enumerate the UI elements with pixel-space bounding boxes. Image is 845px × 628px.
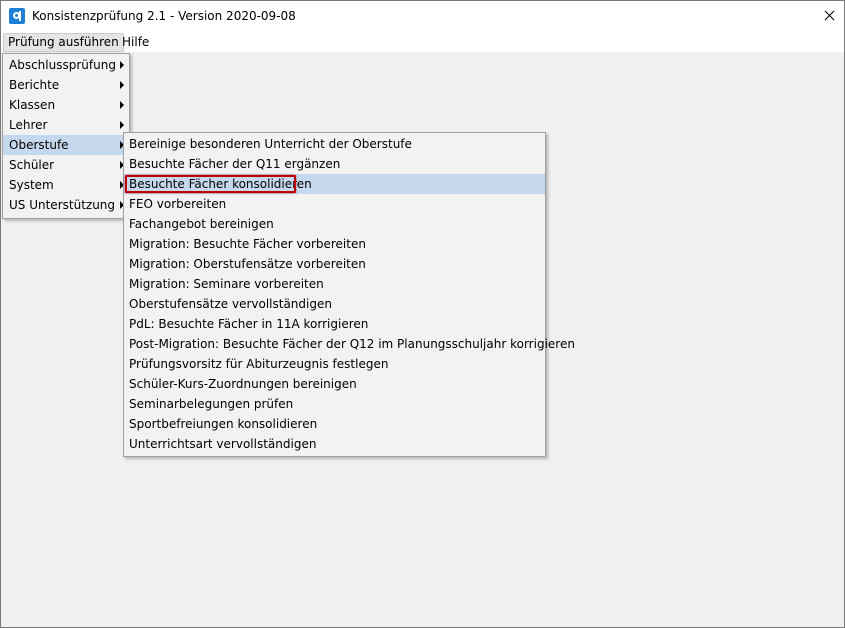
submenu-arrow-icon xyxy=(120,61,124,69)
menu-item-label: US Unterstützung xyxy=(9,198,116,212)
annotation-highlight-box xyxy=(125,175,296,193)
submenu-item-pruefungsvorsitz[interactable]: Prüfungsvorsitz für Abiturzeugnis festle… xyxy=(124,354,545,374)
submenu-item-feo-vorbereiten[interactable]: FEO vorbereiten xyxy=(124,194,545,214)
menu-item-us-unterstuetzung[interactable]: US Unterstützung xyxy=(3,195,129,215)
submenu-item-pdl-besuchte-faecher[interactable]: PdL: Besuchte Fächer in 11A korrigieren xyxy=(124,314,545,334)
menu-hilfe[interactable]: Hilfe xyxy=(118,33,153,52)
submenu-item-seminarbelegungen-pruefen[interactable]: Seminarbelegungen prüfen xyxy=(124,394,545,414)
window-title: Konsistenzprüfung 2.1 - Version 2020-09-… xyxy=(32,9,296,23)
submenu-item-schueler-kurs-zuordnungen[interactable]: Schüler-Kurs-Zuordnungen bereinigen xyxy=(124,374,545,394)
close-icon[interactable] xyxy=(814,1,844,31)
menu-item-label: Schüler xyxy=(9,158,55,172)
submenu-item-besuchte-faecher-q11-ergaenzen[interactable]: Besuchte Fächer der Q11 ergänzen xyxy=(124,154,545,174)
submenu-item-unterrichtsart-vervollstaendigen[interactable]: Unterrichtsart vervollständigen xyxy=(124,434,545,454)
menu-item-label: Berichte xyxy=(9,78,60,92)
main-dropdown-menu: Abschlussprüfung Berichte Klassen Lehrer… xyxy=(2,53,130,219)
submenu-arrow-icon xyxy=(120,81,124,89)
menu-item-label: Lehrer xyxy=(9,118,48,132)
menu-item-label: Klassen xyxy=(9,98,56,112)
submenu-item-migration-seminare[interactable]: Migration: Seminare vorbereiten xyxy=(124,274,545,294)
submenu-item-besuchte-faecher-konsolidieren[interactable]: Besuchte Fächer konsolidieren xyxy=(124,174,545,194)
menu-pruefung-ausfuehren[interactable]: Prüfung ausführen xyxy=(3,33,124,52)
submenu-item-sportbefreiungen-konsolidieren[interactable]: Sportbefreiungen konsolidieren xyxy=(124,414,545,434)
submenu-item-migration-oberstufensaetze[interactable]: Migration: Oberstufensätze vorbereiten xyxy=(124,254,545,274)
menu-item-label: Oberstufe xyxy=(9,138,69,152)
submenu-item-migration-besuchte-faecher[interactable]: Migration: Besuchte Fächer vorbereiten xyxy=(124,234,545,254)
submenu-arrow-icon xyxy=(120,121,124,129)
menu-item-label: Abschlussprüfung xyxy=(9,58,116,72)
menu-item-abschlusspruefung[interactable]: Abschlussprüfung xyxy=(3,55,129,75)
submenu-item-fachangebot-bereinigen[interactable]: Fachangebot bereinigen xyxy=(124,214,545,234)
menu-item-berichte[interactable]: Berichte xyxy=(3,75,129,95)
title-bar: Konsistenzprüfung 2.1 - Version 2020-09-… xyxy=(1,1,844,31)
menu-item-lehrer[interactable]: Lehrer xyxy=(3,115,129,135)
menu-item-klassen[interactable]: Klassen xyxy=(3,95,129,115)
menu-item-oberstufe[interactable]: Oberstufe xyxy=(3,135,129,155)
oberstufe-submenu: Bereinige besonderen Unterricht der Ober… xyxy=(123,132,575,457)
menu-bar: Prüfung ausführen Hilfe xyxy=(1,32,844,52)
submenu-item-oberstufensaetze-vervollstaendigen[interactable]: Oberstufensätze vervollständigen xyxy=(124,294,545,314)
submenu-item-bereinige-besonderen-unterricht[interactable]: Bereinige besonderen Unterricht der Ober… xyxy=(124,134,545,154)
submenu-item-post-migration-q12[interactable]: Post-Migration: Besuchte Fächer der Q12 … xyxy=(124,334,575,354)
menu-item-system[interactable]: System xyxy=(3,175,129,195)
app-logo-icon xyxy=(9,8,25,24)
submenu-arrow-icon xyxy=(120,101,124,109)
menu-item-label: System xyxy=(9,178,54,192)
menu-item-schueler[interactable]: Schüler xyxy=(3,155,129,175)
